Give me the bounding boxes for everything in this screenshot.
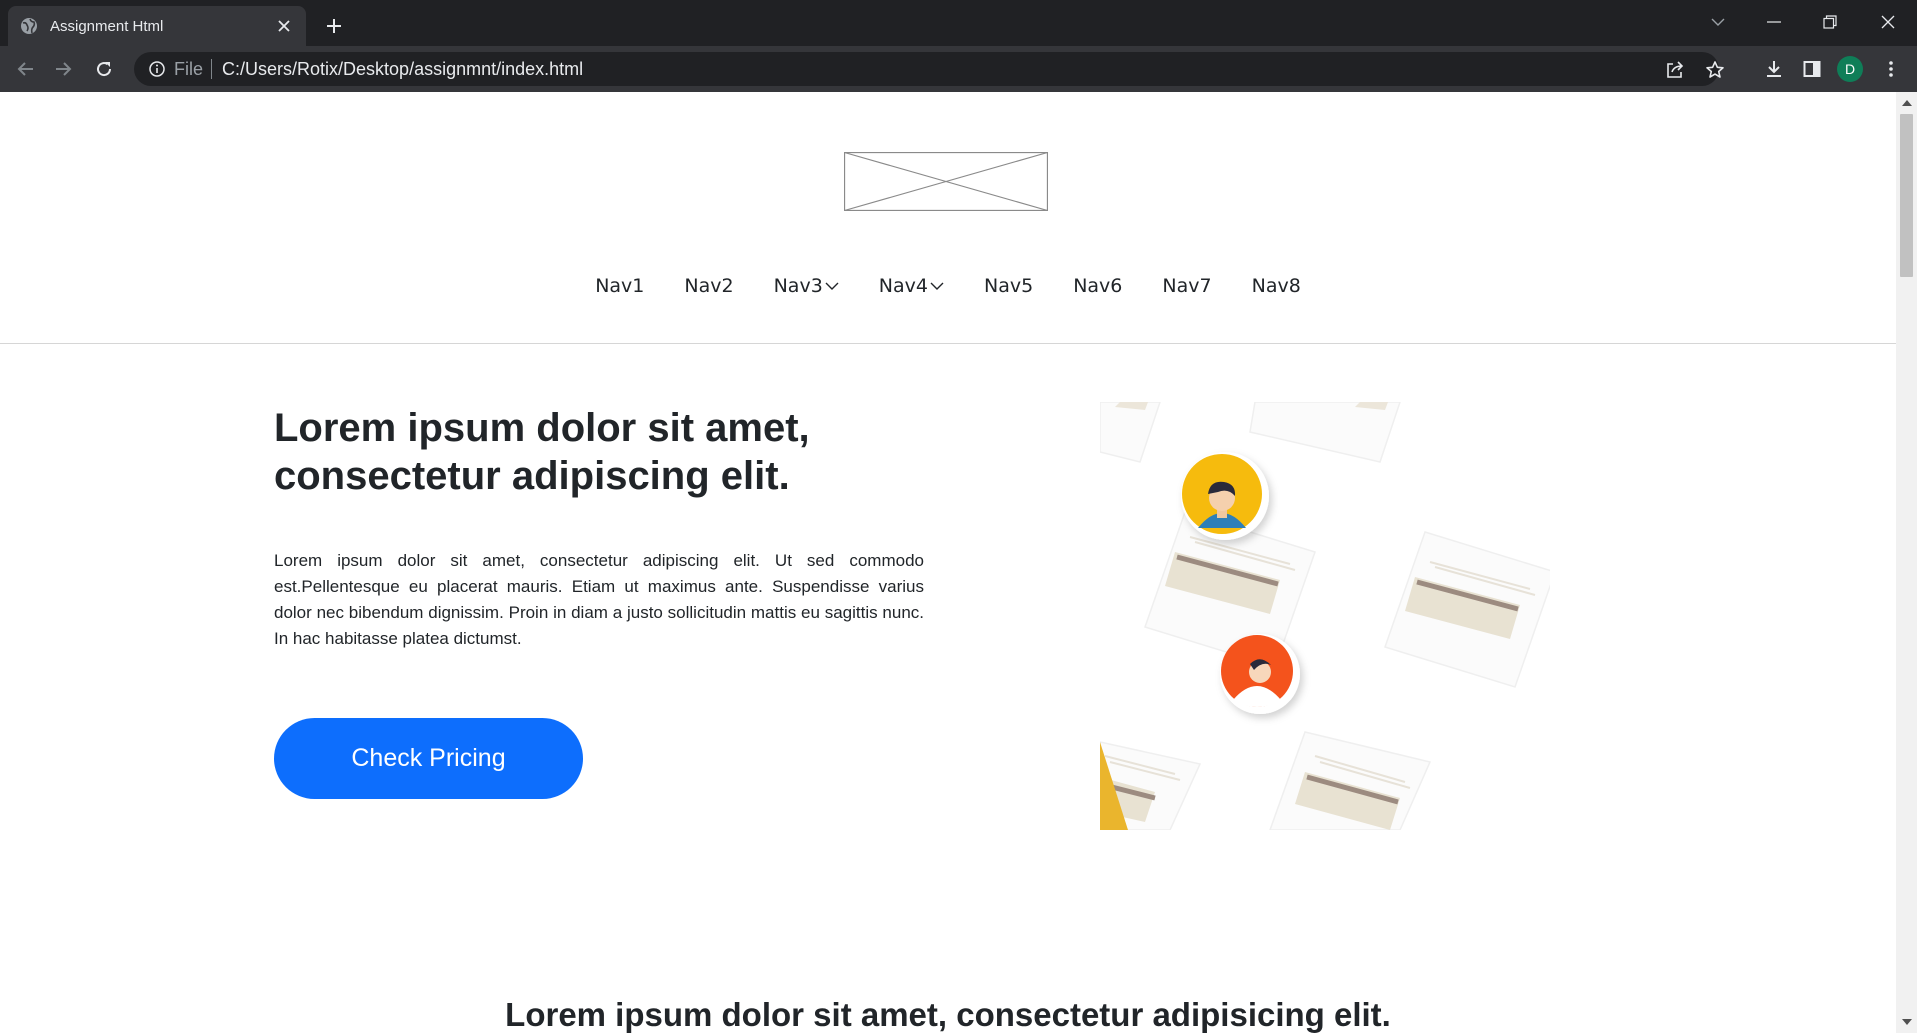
restore-icon[interactable] — [1802, 0, 1858, 44]
side-panel-icon[interactable] — [1797, 54, 1827, 84]
nav-label: Nav8 — [1251, 275, 1301, 297]
page-viewport: Nav1 Nav2 Nav3 Nav4 Nav5 Nav6 Nav7 Nav8 … — [0, 92, 1896, 1033]
download-icon[interactable] — [1759, 54, 1789, 84]
nav-label: Nav4 — [878, 275, 928, 297]
reload-icon[interactable] — [89, 54, 119, 84]
nav-label: Nav7 — [1162, 275, 1212, 297]
globe-icon — [20, 17, 38, 35]
scroll-up-icon[interactable] — [1902, 100, 1912, 106]
url-text[interactable]: C:/Users/Rotix/Desktop/assignmnt/index.h… — [222, 59, 583, 80]
chevron-down-icon — [825, 281, 839, 291]
section-heading: Lorem ipsum dolor sit amet, consectetur … — [505, 996, 1391, 1033]
more-menu-icon[interactable] — [1876, 54, 1906, 84]
scroll-down-icon[interactable] — [1902, 1019, 1912, 1025]
nav-item-nav1[interactable]: Nav1 — [575, 275, 664, 297]
share-icon[interactable] — [1664, 59, 1686, 81]
minimize-icon[interactable] — [1746, 0, 1802, 44]
back-arrow-icon[interactable] — [10, 54, 40, 84]
tab-search-icon[interactable] — [1690, 0, 1746, 44]
page-scrollbar[interactable] — [1896, 92, 1917, 1033]
nav-label: Nav5 — [984, 275, 1034, 297]
close-window-icon[interactable] — [1860, 0, 1916, 44]
check-pricing-button[interactable]: Check Pricing — [274, 718, 583, 799]
hero-illustration — [1100, 402, 1550, 830]
hero-title: Lorem ipsum dolor sit amet, consectetur … — [274, 406, 810, 498]
nav-label: Nav2 — [684, 275, 734, 297]
browser-tab[interactable]: Assignment Html — [8, 6, 306, 46]
new-tab-button[interactable] — [320, 12, 348, 40]
nav-item-nav4[interactable]: Nav4 — [859, 275, 964, 297]
url-scheme-label: File — [174, 58, 204, 79]
site-info-icon[interactable] — [148, 60, 166, 78]
tab-strip: Assignment Html — [0, 0, 1917, 46]
chevron-down-icon — [930, 281, 944, 291]
browser-toolbar: File C:/Users/Rotix/Desktop/assignmnt/in… — [0, 46, 1917, 92]
nav-item-nav5[interactable]: Nav5 — [964, 275, 1053, 297]
tab-title: Assignment Html — [50, 17, 164, 35]
nav-item-nav3[interactable]: Nav3 — [754, 275, 859, 297]
hero-description: Lorem ipsum dolor sit amet, consectetur … — [274, 551, 924, 648]
close-tab-icon[interactable] — [274, 16, 294, 36]
nav-item-nav2[interactable]: Nav2 — [664, 275, 753, 297]
bookmark-star-icon[interactable] — [1704, 59, 1726, 81]
nav-label: Nav3 — [773, 275, 823, 297]
omnibox-separator — [211, 59, 213, 79]
nav-label: Nav6 — [1073, 275, 1123, 297]
nav-item-nav7[interactable]: Nav7 — [1142, 275, 1231, 297]
header-divider — [0, 343, 1896, 344]
profile-avatar[interactable]: D — [1837, 56, 1863, 82]
forward-arrow-icon[interactable] — [49, 54, 79, 84]
logo-placeholder-image — [843, 151, 1049, 212]
nav-item-nav8[interactable]: Nav8 — [1232, 275, 1321, 297]
address-bar[interactable]: File C:/Users/Rotix/Desktop/assignmnt/in… — [134, 52, 1724, 86]
scrollbar-thumb[interactable] — [1900, 114, 1913, 277]
main-navigation: Nav1 Nav2 Nav3 Nav4 Nav5 Nav6 Nav7 Nav8 — [0, 275, 1896, 297]
nav-item-nav6[interactable]: Nav6 — [1053, 275, 1142, 297]
nav-label: Nav1 — [595, 275, 645, 297]
